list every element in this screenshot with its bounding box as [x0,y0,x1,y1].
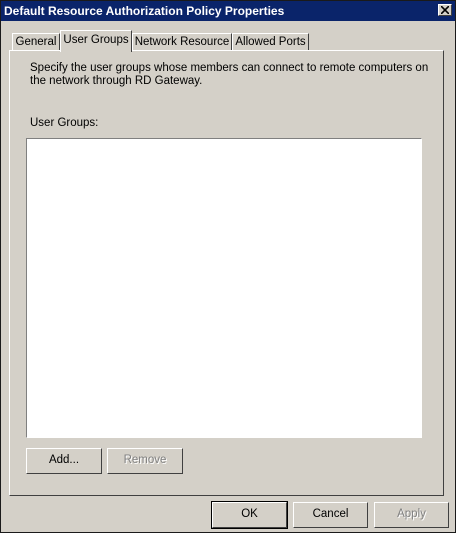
cancel-button[interactable]: Cancel [293,502,368,528]
ok-button[interactable]: OK [211,501,288,529]
tab-user-groups[interactable]: User Groups [60,30,132,52]
title-bar[interactable]: Default Resource Authorization Policy Pr… [1,1,455,21]
tab-network-resource[interactable]: Network Resource [132,33,232,51]
user-groups-label: User Groups: [30,117,99,129]
remove-button[interactable]: Remove [107,448,183,474]
apply-button[interactable]: Apply [374,502,449,528]
properties-dialog: Default Resource Authorization Policy Pr… [0,0,456,533]
user-groups-panel: Specify the user groups whose members ca… [9,50,444,496]
user-groups-list[interactable] [26,138,422,438]
tab-general[interactable]: General [12,33,60,51]
close-icon [441,6,449,14]
panel-description: Specify the user groups whose members ca… [30,62,429,87]
close-button[interactable] [438,4,452,16]
tab-allowed-ports[interactable]: Allowed Ports [232,33,309,51]
add-button[interactable]: Add... [26,448,102,474]
window-title: Default Resource Authorization Policy Pr… [4,4,285,18]
